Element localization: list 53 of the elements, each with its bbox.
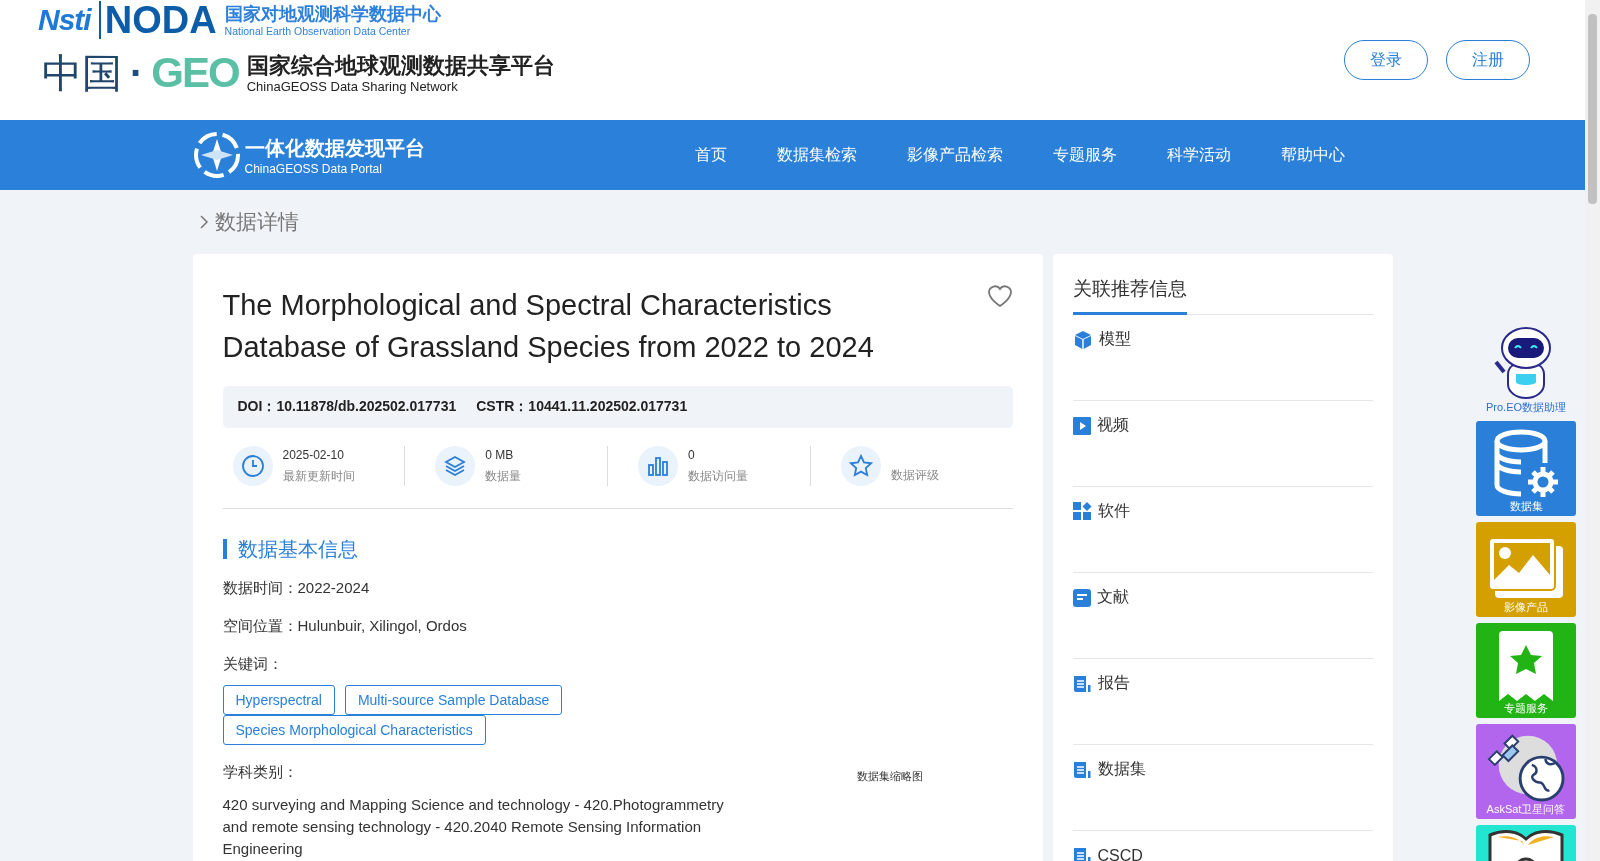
keyword-tag[interactable]: Multi-source Sample Database	[344, 685, 563, 715]
section-heading: 数据基本信息	[222, 539, 1013, 559]
logo-title: 国家对地观测科学数据中心	[224, 3, 441, 25]
stat-label: 最新更新时间	[282, 467, 355, 485]
keywords-label: 关键词：	[222, 655, 284, 674]
logo-subtitle: National Earth Observation Data Center	[224, 24, 412, 37]
portal-subtitle: ChinaGEOSS Data Portal	[244, 161, 383, 176]
logo-mark: 中国	[42, 48, 122, 98]
stat-value: 2025-02-10	[282, 447, 345, 462]
stat-value: 0	[688, 447, 696, 462]
related-item[interactable]: 模型	[1072, 315, 1373, 401]
dataset-title: The Morphological and Spectral Characteristics Database of Grassland Species from 2022 to 2024	[222, 288, 875, 365]
keyword-tag[interactable]: Hyperspectral	[222, 685, 335, 715]
shortcut-tile[interactable]: AskSat卫星问答	[1476, 724, 1576, 819]
shortcut-tile[interactable]: 数据集	[1476, 421, 1576, 516]
login-button[interactable]: 登录	[1344, 40, 1428, 80]
related-item[interactable]: CSCD	[1072, 831, 1373, 861]
info-field: 空间位置：Hulunbuir, Xilingol, Ordos	[222, 617, 1013, 636]
logo-mark: ·	[130, 50, 144, 96]
nav-link[interactable]: 专题服务	[1027, 144, 1142, 166]
subject-label: 学科类别：	[222, 763, 299, 782]
related-title: 关联推荐信息	[1072, 274, 1187, 315]
related-item[interactable]: 报告	[1072, 659, 1373, 745]
info-field: 数据时间：2022-2024	[222, 579, 1013, 598]
breadcrumb-text: 数据详情	[214, 209, 299, 235]
logo-title: 国家综合地球观测数据共享平台	[246, 52, 555, 79]
subject-text: 420 surveying and Mapping Science and technology - 420.Photogrammetry and remote sensing technology - 420.2040 Remote Sensing Information Engineering	[222, 795, 725, 859]
related-item[interactable]: 数据集	[1072, 745, 1373, 831]
stat-label: 数据评级	[890, 467, 939, 484]
nav-link[interactable]: 科学活动	[1141, 144, 1256, 166]
related-item[interactable]: 视频	[1072, 401, 1373, 487]
identifier-text: CSTR：10441.11.202502.017731	[476, 398, 688, 416]
nav-link[interactable]: 首页	[669, 144, 752, 166]
nav-link[interactable]: 影像产品检索	[881, 144, 1028, 166]
thumbnail-caption: 数据集缩略图	[856, 769, 923, 784]
register-button[interactable]: 注册	[1446, 40, 1530, 80]
stat-value: 0 MB	[485, 447, 515, 462]
keyword-tag[interactable]: Species Morphological Characteristics	[222, 715, 486, 745]
shortcut-tile[interactable]: 专题服务	[1476, 623, 1576, 718]
identifier-text: DOI：10.11878/db.202502.017731	[237, 398, 457, 416]
logo-mark: GEO	[151, 49, 239, 97]
logo-mark: NODA	[98, 1, 217, 39]
assistant-link[interactable]: Pro.EO数据助理	[1485, 322, 1567, 415]
nav-link[interactable]: 数据集检索	[751, 144, 882, 166]
stat-label: 数据访问量	[688, 467, 748, 485]
logo-subtitle: ChinaGEOSS Data Sharing Network	[246, 78, 459, 94]
related-item[interactable]: 文献	[1072, 573, 1373, 659]
portal-title: 一体化数据发现平台	[244, 135, 425, 161]
nav-link[interactable]: 帮助中心	[1255, 144, 1370, 166]
logo-mark: Nsti	[38, 3, 91, 37]
stat-label: 数据量	[485, 467, 522, 485]
shortcut-tile[interactable]: 影像产品	[1476, 522, 1576, 617]
related-item[interactable]: 软件	[1072, 487, 1373, 573]
